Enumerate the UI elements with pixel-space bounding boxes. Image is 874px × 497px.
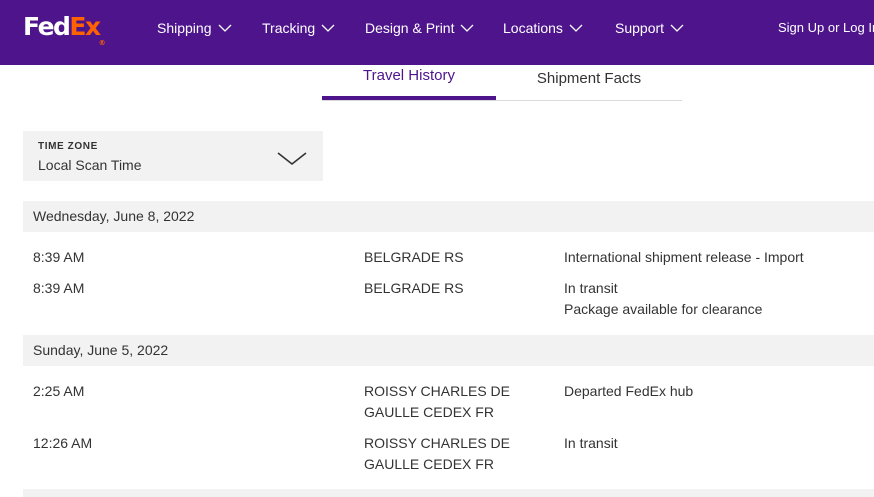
chevron-down-icon <box>670 24 684 32</box>
event-status: International shipment release - Import <box>564 249 804 265</box>
event-status: In transit <box>564 280 618 296</box>
nav-support-label: Support <box>615 20 665 36</box>
time-zone-value: Local Scan Time <box>38 157 142 173</box>
nav-design-print[interactable]: Design & Print <box>365 18 474 38</box>
event-location: BELGRADE RS <box>364 249 464 265</box>
date-header-text: Sunday, June 5, 2022 <box>33 342 169 358</box>
tab-shipment-facts[interactable]: Shipment Facts <box>496 63 682 104</box>
event-status: Departed FedEx hub <box>564 383 694 399</box>
event-status: In transit <box>564 435 618 451</box>
fedex-logo[interactable]: FedEx ® <box>23 14 106 48</box>
nav-support[interactable]: Support <box>615 18 684 38</box>
sign-up-login-link[interactable]: Sign Up or Log In <box>778 18 874 38</box>
nav-design-print-label: Design & Print <box>365 20 455 36</box>
chevron-down-icon <box>218 24 231 32</box>
event-location: BELGRADE RS <box>364 280 464 296</box>
tracking-tabs: Travel History Shipment Facts <box>322 60 682 101</box>
chevron-down-icon <box>321 24 335 32</box>
event-time: 8:39 AM <box>33 249 85 265</box>
chevron-down-icon <box>461 24 474 32</box>
nav-shipping[interactable]: Shipping <box>157 18 232 38</box>
event-time: 8:39 AM <box>33 280 85 296</box>
event-location: ROISSY CHARLES DE GAULLE CEDEX FR <box>364 435 511 472</box>
chevron-down-icon <box>569 24 583 32</box>
date-header: Wednesday, June 8, 2022 <box>23 201 874 232</box>
nav-locations[interactable]: Locations <box>503 18 583 38</box>
event-location: ROISSY CHARLES DE GAULLE CEDEX FR <box>364 383 511 420</box>
nav-locations-label: Locations <box>503 20 563 36</box>
event-time: 2:25 AM <box>33 383 85 399</box>
tab-travel-history[interactable]: Travel History <box>322 60 496 100</box>
event-time: 12:26 AM <box>33 435 93 451</box>
time-zone-label: TIME ZONE <box>38 141 98 152</box>
time-zone-select[interactable]: TIME ZONE Local Scan Time <box>23 131 323 181</box>
event-detail: Package available for clearance <box>564 301 763 317</box>
nav-tracking-label: Tracking <box>262 20 316 36</box>
top-navigation: FedEx ® Shipping Tracking Design & Print … <box>0 0 874 65</box>
chevron-down-icon <box>277 152 307 166</box>
date-header-text: Wednesday, June 8, 2022 <box>33 208 195 224</box>
date-header <box>23 489 874 497</box>
nav-shipping-label: Shipping <box>157 20 212 36</box>
date-header: Sunday, June 5, 2022 <box>23 335 874 366</box>
nav-tracking[interactable]: Tracking <box>262 18 335 38</box>
